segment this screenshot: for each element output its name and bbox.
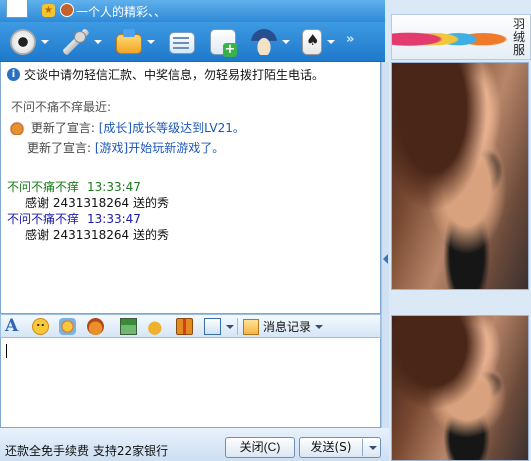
screenshot-icon[interactable] [204,318,221,335]
panel-splitter[interactable] [381,62,389,428]
message-time: 13:33:47 [87,212,141,226]
music-icon[interactable] [148,318,165,335]
ad-text: 羽绒服 [512,17,525,57]
message-input[interactable] [0,338,381,428]
add-app-icon [210,29,237,57]
history-icon [243,318,259,335]
sender-name[interactable]: 不问不痛不痒 [7,180,79,194]
avatar[interactable] [6,0,28,18]
signature-text: 一个人的精彩、、 [76,5,167,19]
sender-name[interactable]: 不问不痛不痒 [7,212,79,226]
voice-call-button[interactable] [63,28,102,56]
cap-icon [251,29,277,55]
emoticon-icon[interactable] [32,318,49,335]
send-file-button[interactable] [116,28,155,56]
chevron-down-icon[interactable] [226,325,234,329]
update-prefix: 更新了宣言: [27,141,92,155]
star-icon[interactable]: ★ [42,4,55,17]
more-tools-button[interactable]: » [346,32,354,47]
toolbar: » [0,22,385,62]
chevron-down-icon[interactable] [94,40,102,44]
format-toolbar: A 消息记录 [0,314,381,338]
message-header: 不问不痛不痒 13:33:47 [7,210,141,227]
promo-link[interactable]: 还款全免手续费 支持22家银行 [5,442,168,459]
game-button[interactable] [302,28,335,56]
magic-emoticon-icon[interactable] [59,318,76,335]
poke-icon[interactable] [87,318,104,335]
chevron-down-icon[interactable] [327,40,335,44]
text-caret [6,344,7,358]
message-header: 不问不痛不痒 13:33:47 [7,178,141,195]
update-link[interactable]: [游戏]开始玩新游戏了。 [95,141,224,155]
divider [362,439,363,456]
remote-assist-button[interactable] [251,28,290,56]
chevron-down-icon[interactable] [282,40,290,44]
ad-banner[interactable]: 羽绒服 [391,14,531,60]
update-prefix: 更新了宣言: [30,121,95,135]
send-options-arrow-icon[interactable] [369,445,377,450]
cards-icon [302,29,322,55]
mail-button[interactable] [169,28,195,56]
notice-text: 交谈中请勿轻信汇款、中奖信息，勿轻易拨打陌生电话。 [24,68,325,82]
chevron-down-icon[interactable] [41,40,49,44]
send-label[interactable]: 发送(S) [300,438,362,457]
chevron-down-icon [315,324,324,329]
collapse-arrow-icon[interactable] [383,254,388,264]
add-app-button[interactable] [210,28,237,57]
camera-icon [10,29,36,55]
chat-history[interactable]: i 交谈中请勿轻信汇款、中奖信息，勿轻易拨打陌生电话。 不问不痛不痒最近: 更新… [0,62,381,314]
update-row: 更新了宣言: [成长]成长等级达到LV21。 [9,119,245,136]
mail-icon [169,32,195,54]
title-bar: ★ 一个人的精彩、、 [0,0,385,22]
folder-icon [116,28,142,54]
video-call-button[interactable] [10,28,49,56]
message-history-button[interactable]: 消息记录 [243,318,324,335]
emoji-icon [9,120,25,135]
bottom-bar: 还款全免手续费 支持22家银行 关闭(C) 发送(S) [0,428,389,461]
info-icon: i [7,68,20,81]
side-panel: 羽绒服 [389,0,531,461]
contact-show-photo[interactable] [391,62,529,290]
message-time: 13:33:47 [87,180,141,194]
message-body: 感谢 2431318264 送的秀 [25,228,169,242]
font-icon[interactable]: A [5,318,22,335]
chevron-down-icon[interactable] [147,40,155,44]
divider [237,318,238,335]
signature-icon [60,3,74,17]
microphone-icon [63,29,89,55]
update-row: 更新了宣言: [游戏]开始玩新游戏了。 [27,139,224,156]
my-show-photo[interactable] [391,315,529,461]
recent-header: 不问不痛不痒最近: [11,100,112,114]
update-link[interactable]: [成长]成长等级达到LV21。 [99,121,245,135]
send-button[interactable]: 发送(S) [299,437,381,458]
history-label: 消息记录 [263,320,312,334]
message-body: 感谢 2431318264 送的秀 [25,196,169,210]
send-image-icon[interactable] [120,318,137,335]
gift-icon[interactable] [176,318,193,335]
security-notice: i 交谈中请勿轻信汇款、中奖信息，勿轻易拨打陌生电话。 [7,66,324,83]
close-button[interactable]: 关闭(C) [225,437,295,458]
